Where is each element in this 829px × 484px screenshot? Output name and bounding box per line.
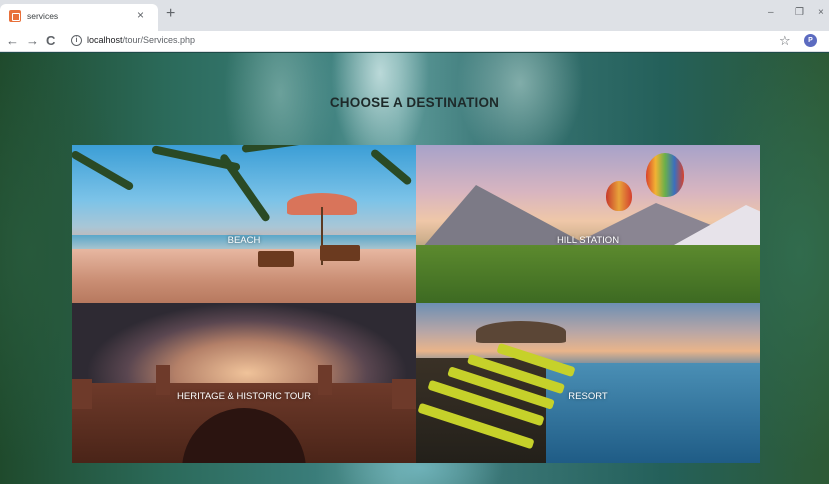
destination-tile-resort[interactable]: RESORT [416,303,760,463]
destination-grid: BEACH HILL STATION HERITAGE & HISTORIC T… [72,145,760,463]
profile-avatar[interactable]: P [804,34,817,47]
maximize-button[interactable]: ❐ [795,7,804,19]
services-page: CHOOSE A DESTINATION BEACH HILL STATION … [0,53,829,484]
destination-tile-hill-station[interactable]: HILL STATION [416,145,760,303]
new-tab-button[interactable]: + [166,6,175,22]
palm-frond [369,147,413,187]
tab-favicon-icon [9,10,21,22]
minimize-button[interactable]: – [768,7,774,19]
palm-frond [241,145,352,153]
tab-title: services [27,11,59,21]
destination-label: RESORT [568,391,608,402]
reload-button[interactable]: C [46,33,55,49]
hot-air-balloon [646,153,684,197]
browser-tabstrip: services × + – ❐ × [0,0,829,31]
infinity-pool [536,363,760,463]
thatched-hut [476,321,566,343]
destination-tile-beach[interactable]: BEACH [72,145,416,303]
destination-label: BEACH [227,235,261,246]
back-button[interactable]: ← [6,33,19,49]
beach-chair [258,251,294,267]
url-path: /tour/Services.php [122,35,196,45]
hot-air-balloon [606,181,632,211]
url-host: localhost [87,35,123,45]
site-info-icon[interactable]: i [71,35,82,46]
beach-chair [320,245,360,261]
forward-button[interactable]: → [26,33,39,49]
browser-tab[interactable]: services × [0,4,158,31]
url-text[interactable]: localhost/tour/Services.php [87,35,195,45]
destination-label: HILL STATION [556,235,620,246]
page-title: CHOOSE A DESTINATION [329,95,500,110]
browser-toolbar: ← → C i localhost/tour/Services.php ☆ P [0,31,829,52]
destination-label: HERITAGE & HISTORIC TOUR [177,391,311,402]
address-bar[interactable]: i localhost/tour/Services.php [64,33,764,49]
palm-frond [72,149,135,192]
close-window-button[interactable]: × [818,7,824,19]
destination-tile-heritage[interactable]: HERITAGE & HISTORIC TOUR [72,303,416,463]
beach-sand [72,249,416,303]
bookmark-star-icon[interactable]: ☆ [779,33,791,49]
palm-frond [218,152,272,223]
tab-close-icon[interactable]: × [137,8,144,22]
forest [416,245,760,303]
